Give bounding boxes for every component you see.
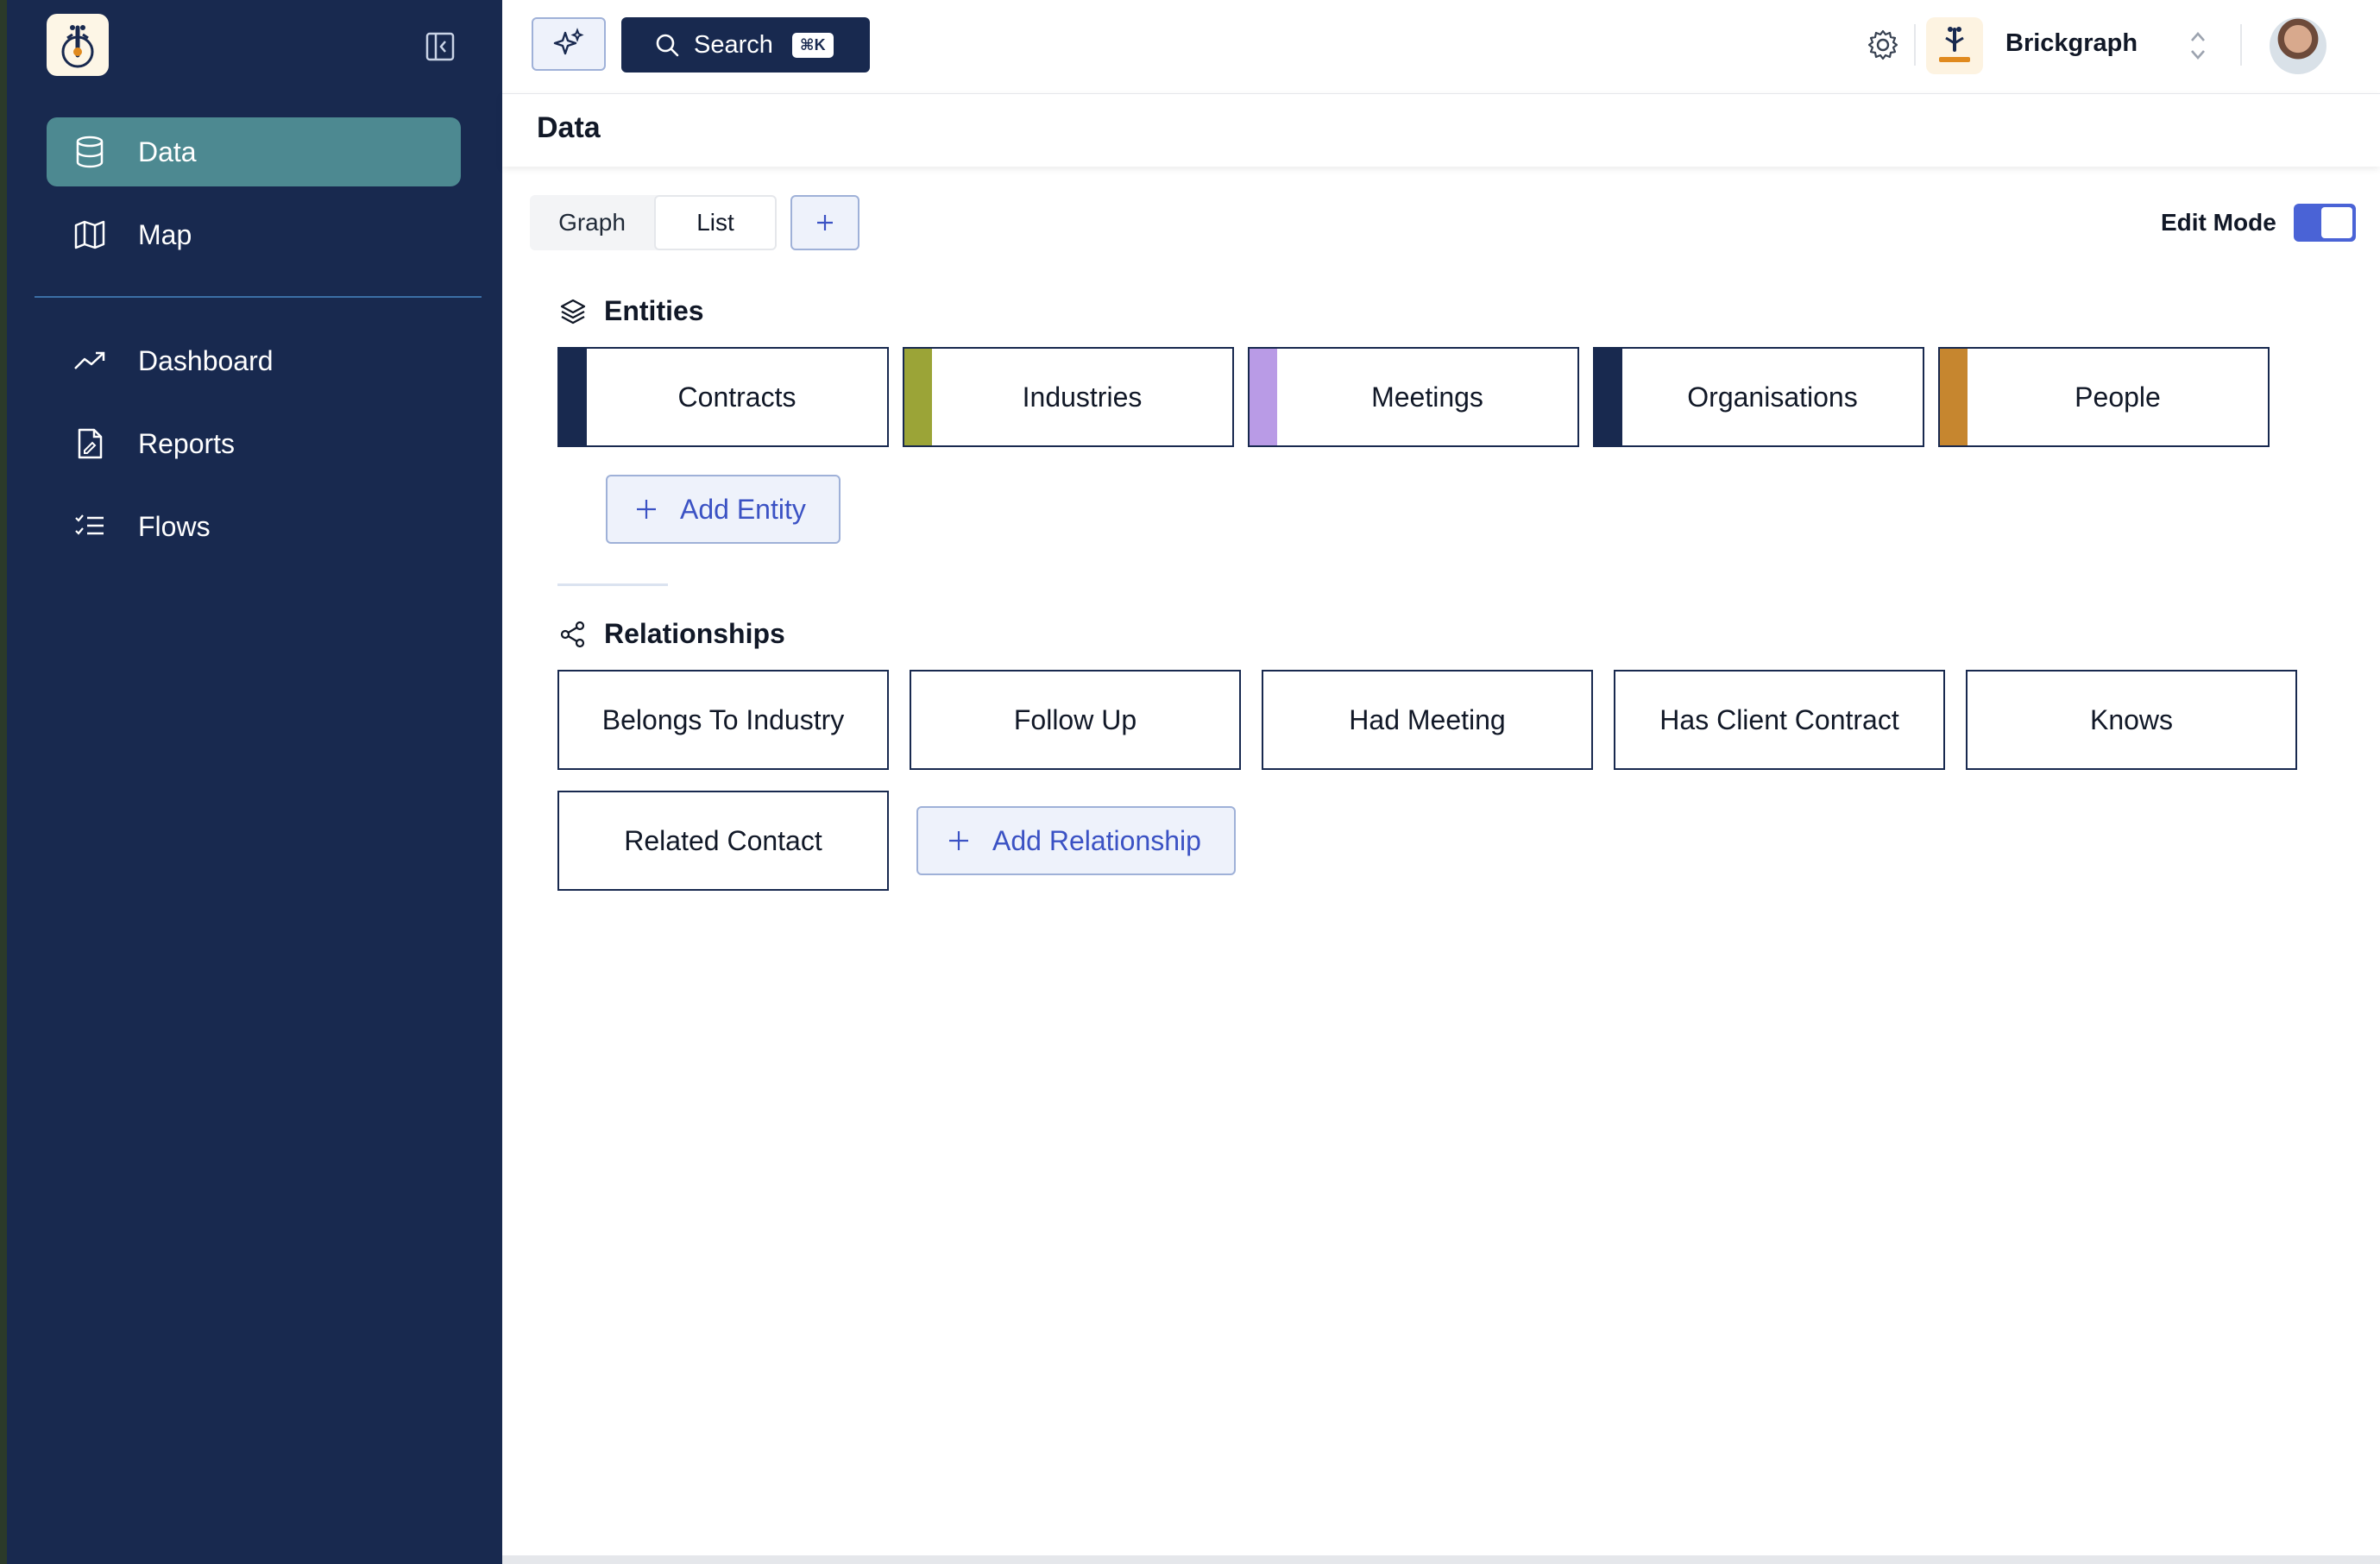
org-name[interactable]: Brickgraph xyxy=(2005,29,2138,58)
entity-label: Meetings xyxy=(1371,381,1483,413)
sidebar-item-label: Dashboard xyxy=(138,344,274,376)
entity-card-people[interactable]: People xyxy=(1938,347,2270,447)
plus-icon xyxy=(948,829,970,852)
section-divider xyxy=(557,583,668,586)
entity-card-meetings[interactable]: Meetings xyxy=(1248,347,1579,447)
edit-mode-label: Edit Mode xyxy=(2161,209,2276,236)
brickgraph-logo-icon xyxy=(1939,27,1970,62)
plus-icon xyxy=(635,498,658,520)
entity-color-stripe xyxy=(1940,349,1968,445)
relationship-card-had-meeting[interactable]: Had Meeting xyxy=(1262,670,1593,770)
share-icon xyxy=(557,619,589,650)
sidebar-item-flows[interactable]: Flows xyxy=(47,492,461,561)
sidebar: Data Map Dashboard Reports Flows xyxy=(0,0,502,1564)
sidebar-divider xyxy=(35,296,482,298)
entity-label: Organisations xyxy=(1687,381,1858,413)
top-bar: Search ⌘K Brickgraph xyxy=(502,0,2380,93)
entity-color-stripe xyxy=(904,349,932,445)
sidebar-item-data[interactable]: Data xyxy=(47,117,461,186)
gear-icon xyxy=(1867,28,1899,61)
layers-icon xyxy=(557,296,589,327)
collapse-sidebar-button[interactable] xyxy=(425,31,456,62)
entity-label: Contracts xyxy=(677,381,796,413)
chevron-up-down-icon xyxy=(2188,28,2208,63)
relationships-title: Relationships xyxy=(604,618,785,649)
view-tabs: Graph List xyxy=(530,195,777,250)
search-label: Search xyxy=(694,30,773,59)
relationship-card-has-client-contract[interactable]: Has Client Contract xyxy=(1614,670,1945,770)
toolbar-separator xyxy=(1914,24,1916,66)
entity-card-contracts[interactable]: Contracts xyxy=(557,347,889,447)
add-entity-label: Add Entity xyxy=(680,493,806,525)
shortcut-badge: ⌘K xyxy=(791,32,834,58)
page-title: Data xyxy=(537,111,601,144)
database-icon xyxy=(72,135,107,169)
tab-graph[interactable]: Graph xyxy=(530,195,654,250)
page-header: Data xyxy=(502,93,2380,167)
sidebar-item-dashboard[interactable]: Dashboard xyxy=(47,326,461,395)
user-avatar[interactable] xyxy=(2270,17,2326,74)
map-icon xyxy=(72,218,107,252)
entity-card-organisations[interactable]: Organisations xyxy=(1593,347,1924,447)
edit-mode-toggle[interactable] xyxy=(2294,204,2356,242)
settings-button[interactable] xyxy=(1864,26,1902,64)
report-icon xyxy=(72,426,107,461)
toolbar-separator xyxy=(2240,24,2242,66)
sidebar-item-label: Flows xyxy=(138,510,211,542)
entity-color-stripe xyxy=(1250,349,1277,445)
sidebar-item-label: Map xyxy=(138,218,192,250)
sidebar-item-label: Data xyxy=(138,136,197,167)
toggle-knob xyxy=(2321,207,2352,238)
entity-color-stripe xyxy=(559,349,587,445)
relationship-card-knows[interactable]: Knows xyxy=(1966,670,2297,770)
entity-label: Industries xyxy=(1022,381,1143,413)
org-logo xyxy=(1926,17,1983,74)
relationship-card-belongs-to-industry[interactable]: Belongs To Industry xyxy=(557,670,889,770)
add-relationship-label: Add Relationship xyxy=(992,824,1201,856)
add-view-button[interactable] xyxy=(790,195,859,250)
app-logo[interactable] xyxy=(47,14,109,76)
relationships-heading: Relationships xyxy=(557,618,785,650)
trending-up-icon xyxy=(72,344,107,378)
add-relationship-button[interactable]: Add Relationship xyxy=(916,806,1236,875)
tab-list[interactable]: List xyxy=(654,195,777,250)
add-entity-button[interactable]: Add Entity xyxy=(606,475,841,544)
sparkles-icon xyxy=(552,28,585,60)
entities-title: Entities xyxy=(604,295,704,326)
panel-collapse-icon xyxy=(425,32,455,61)
search-button[interactable]: Search ⌘K xyxy=(621,17,870,73)
sidebar-item-label: Reports xyxy=(138,427,236,459)
plus-icon xyxy=(815,212,835,233)
sidebar-item-map[interactable]: Map xyxy=(47,200,461,269)
entity-card-industries[interactable]: Industries xyxy=(903,347,1234,447)
checklist-icon xyxy=(72,509,107,544)
relationship-card-related-contact[interactable]: Related Contact xyxy=(557,791,889,891)
search-icon xyxy=(654,32,680,58)
sidebar-item-reports[interactable]: Reports xyxy=(47,409,461,478)
entity-label: People xyxy=(2075,381,2161,413)
entities-heading: Entities xyxy=(557,295,704,327)
relationship-card-follow-up[interactable]: Follow Up xyxy=(910,670,1241,770)
giraffe-logo-icon xyxy=(61,25,94,68)
bottom-edge xyxy=(502,1555,2380,1564)
ai-assistant-button[interactable] xyxy=(532,17,606,71)
entity-color-stripe xyxy=(1595,349,1622,445)
org-switcher-button[interactable] xyxy=(2185,26,2211,66)
